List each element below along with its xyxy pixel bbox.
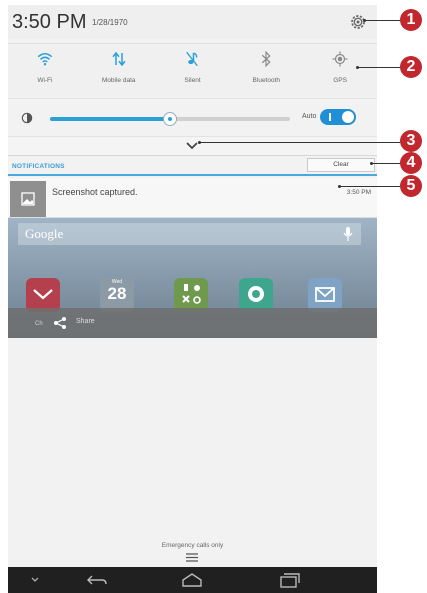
envelope-icon <box>315 287 335 302</box>
auto-brightness-label: Auto <box>302 113 317 120</box>
callout-line-5 <box>340 186 400 187</box>
notification-item[interactable]: Screenshot captured. 3:50 PM <box>8 178 377 218</box>
toggle-mobile-data[interactable]: Mobile data <box>82 44 156 97</box>
callout-line-3 <box>200 142 400 143</box>
brightness-slider[interactable] <box>50 112 290 126</box>
email-app-icon[interactable] <box>308 278 342 312</box>
quick-settings: Wi-Fi Mobile data Silent Bluetooth GPS <box>8 43 377 97</box>
calendar-app-icon[interactable]: Wed 28 <box>100 278 134 312</box>
brightness-slider-fill <box>50 117 170 121</box>
date: 1/28/1970 <box>92 18 128 27</box>
callout-line-2 <box>358 67 400 68</box>
toggle-label: Bluetooth <box>252 77 281 84</box>
chevron-down-icon[interactable] <box>185 141 199 151</box>
mobile-data-icon <box>112 51 126 67</box>
hide-keyboard-icon[interactable] <box>30 572 40 588</box>
clear-button[interactable]: Clear <box>307 158 375 172</box>
callout-badge-2: 2 <box>400 56 422 78</box>
toggle-gps[interactable]: GPS <box>303 44 377 97</box>
share-strip[interactable]: Ch Share <box>8 308 377 338</box>
status-bar: 3:50 PM 1/28/1970 <box>8 5 377 39</box>
emergency-calls-text: Emergency calls only <box>161 542 224 549</box>
callout-line-1 <box>365 20 400 21</box>
brightness-slider-thumb[interactable] <box>163 112 177 126</box>
toggle-label: GPS <box>333 77 347 84</box>
notification-text: Screenshot captured. <box>52 187 138 197</box>
callout-badge-1: 1 <box>400 9 422 31</box>
toggle-label: Mobile data <box>101 77 136 84</box>
wifi-icon <box>37 53 53 66</box>
toggle-bluetooth[interactable]: Bluetooth <box>229 44 303 97</box>
toggle-wifi[interactable]: Wi-Fi <box>8 44 82 97</box>
notification-icon-box <box>10 181 46 217</box>
back-icon[interactable] <box>86 572 108 588</box>
callout-dot-5 <box>338 185 341 188</box>
google-search-bar[interactable]: Google <box>18 223 361 245</box>
drag-handle-icon[interactable] <box>185 553 199 562</box>
callout-badge-3: 3 <box>400 130 422 152</box>
gps-icon <box>332 51 348 67</box>
envelope-check-icon <box>33 289 53 300</box>
brightness-row: Auto <box>8 98 377 136</box>
switch-on-mark <box>329 113 331 121</box>
share-label: Share <box>76 318 95 325</box>
gmail-app-icon[interactable] <box>26 278 60 312</box>
bluetooth-icon <box>262 50 271 68</box>
toggle-silent[interactable]: Silent <box>156 44 230 97</box>
notifications-header: NOTIFICATIONS Clear <box>8 156 377 176</box>
app-row: Wed 28 <box>8 278 377 312</box>
headset-icon <box>248 286 264 302</box>
microphone-icon[interactable] <box>343 227 353 241</box>
recent-apps-icon[interactable] <box>278 572 300 588</box>
chat-app-icon[interactable] <box>239 278 273 312</box>
home-screen-preview: Google Wed 28 Ch Share <box>8 218 377 338</box>
navigation-bar <box>8 567 377 593</box>
callout-dot-4 <box>370 162 373 165</box>
auto-brightness-toggle[interactable] <box>320 109 356 125</box>
gear-icon[interactable] <box>349 13 367 31</box>
image-icon <box>21 192 35 206</box>
notifications-title: NOTIFICATIONS <box>12 163 65 170</box>
callout-badge-5: 5 <box>400 175 422 197</box>
partial-text: Ch <box>35 321 43 327</box>
silent-icon <box>186 51 199 67</box>
brightness-icon <box>21 112 33 124</box>
notification-panel: 3:50 PM 1/28/1970 Wi-Fi Mobile data Sile… <box>8 5 377 593</box>
notification-time: 3:50 PM <box>346 189 371 196</box>
tools-grid-icon <box>182 284 201 304</box>
callout-line-4 <box>372 163 400 164</box>
home-icon[interactable] <box>180 572 204 588</box>
expand-toggles-row[interactable] <box>8 136 377 156</box>
google-label: Google <box>25 226 64 241</box>
switch-knob <box>342 111 354 123</box>
toggle-label: Silent <box>184 77 201 84</box>
share-icon <box>54 317 66 329</box>
callout-dot-2 <box>356 66 359 69</box>
clock: 3:50 PM <box>12 11 87 33</box>
toggle-label: Wi-Fi <box>37 77 53 84</box>
callout-dot-3 <box>198 141 201 144</box>
callout-dot-1 <box>363 19 366 22</box>
callout-badge-4: 4 <box>400 152 422 174</box>
tools-app-icon[interactable] <box>174 278 208 312</box>
calendar-day-number: 28 <box>107 284 127 303</box>
